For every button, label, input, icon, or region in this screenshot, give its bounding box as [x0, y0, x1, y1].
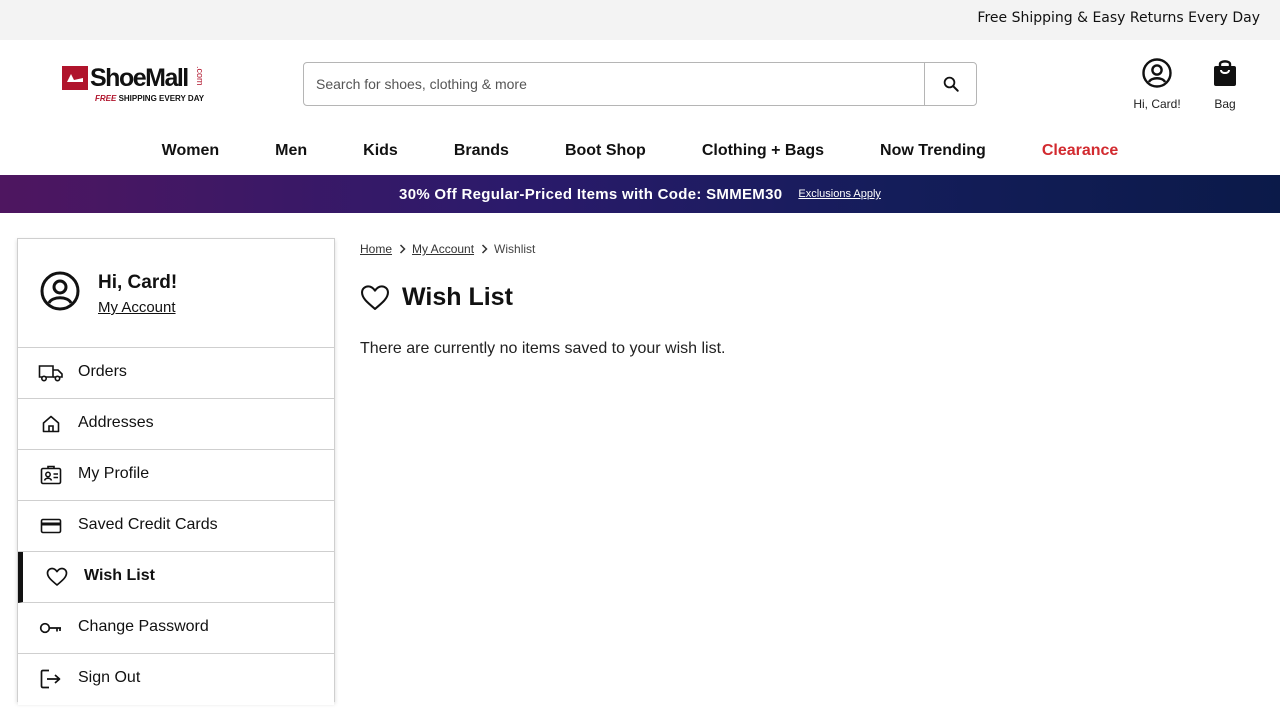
sidebar-header: Hi, Card! My Account — [18, 239, 334, 348]
empty-wishlist-message: There are currently no items saved to yo… — [360, 340, 726, 357]
shoemall-logo[interactable]: ShoeMall .com FREE SHIPPING EVERY DAY — [62, 64, 222, 106]
sidebar-item-saved-credit-cards[interactable]: Saved Credit Cards — [18, 501, 334, 552]
sidebar-greeting: Hi, Card! — [98, 272, 178, 293]
search-button[interactable] — [924, 63, 976, 105]
account-sidebar: Hi, Card! My Account Orders Addresses My… — [17, 238, 335, 705]
nav-item-boot-shop[interactable]: Boot Shop — [537, 130, 674, 175]
heart-icon — [361, 284, 389, 310]
page-title-text: Wish List — [402, 283, 513, 311]
nav-item-brands[interactable]: Brands — [426, 130, 537, 175]
sidebar-item-orders[interactable]: Orders — [18, 348, 334, 399]
nav-item-now-trending[interactable]: Now Trending — [852, 130, 1014, 175]
logo-tag-rest: SHIPPING EVERY DAY — [116, 94, 205, 103]
logo-tag-free: FREE — [95, 94, 117, 103]
logo-wordmark: ShoeMall — [90, 64, 189, 92]
bag-label: Bag — [1214, 97, 1236, 111]
breadcrumb: Home My Account Wishlist — [360, 242, 535, 256]
account-label: Hi, Card! — [1133, 97, 1181, 111]
sidebar-item-label: Sign Out — [78, 669, 141, 686]
account-button[interactable]: Hi, Card! — [1126, 58, 1188, 111]
search-icon — [943, 76, 959, 92]
sidebar-item-label: Change Password — [78, 618, 209, 635]
nav-item-men[interactable]: Men — [247, 130, 335, 175]
logo-com: .com — [195, 66, 205, 86]
sidebar-item-label: Orders — [78, 363, 127, 380]
bag-button[interactable]: Bag — [1204, 58, 1246, 111]
nav-item-women[interactable]: Women — [134, 130, 247, 175]
sign-out-icon — [38, 668, 64, 690]
main-navigation: Women Men Kids Brands Boot Shop Clothing… — [0, 130, 1280, 175]
page-title: Wish List — [360, 283, 513, 312]
breadcrumb-current: Wishlist — [494, 242, 536, 256]
sidebar-item-wish-list[interactable]: Wish List — [18, 552, 334, 603]
breadcrumb-my-account[interactable]: My Account — [412, 242, 474, 256]
shipping-message: Free Shipping & Easy Returns Every Day — [977, 10, 1260, 26]
shopping-bag-icon — [1214, 60, 1236, 86]
sidebar-item-label: Addresses — [78, 414, 154, 431]
breadcrumb-home[interactable]: Home — [360, 242, 392, 256]
top-announcement-bar: Free Shipping & Easy Returns Every Day — [0, 0, 1280, 40]
nav-item-clearance[interactable]: Clearance — [1014, 130, 1147, 175]
home-icon — [38, 413, 64, 435]
logo-tagline: FREE SHIPPING EVERY DAY — [95, 94, 204, 103]
nav-item-kids[interactable]: Kids — [335, 130, 426, 175]
sidebar-item-addresses[interactable]: Addresses — [18, 399, 334, 450]
my-account-link[interactable]: My Account — [98, 299, 176, 316]
search-input[interactable] — [304, 63, 924, 105]
chevron-right-icon — [399, 244, 406, 254]
logo-shoe-mark-icon — [62, 66, 88, 90]
nav-item-clothing-bags[interactable]: Clothing + Bags — [674, 130, 852, 175]
key-icon — [38, 617, 64, 639]
chevron-right-icon — [481, 244, 488, 254]
sidebar-item-label: My Profile — [78, 465, 150, 482]
search-bar — [303, 62, 977, 106]
promo-banner: 30% Off Regular-Priced Items with Code: … — [0, 175, 1280, 213]
exclusions-link[interactable]: Exclusions Apply — [798, 188, 881, 200]
sidebar-item-label: Saved Credit Cards — [78, 516, 218, 533]
user-avatar-icon — [40, 271, 80, 311]
truck-icon — [38, 362, 64, 384]
sidebar-item-sign-out[interactable]: Sign Out — [18, 654, 334, 705]
heart-icon — [44, 566, 70, 588]
account-icon — [1142, 58, 1172, 88]
credit-card-icon — [38, 515, 64, 537]
sidebar-item-my-profile[interactable]: My Profile — [18, 450, 334, 501]
profile-card-icon — [38, 464, 64, 486]
site-header: ShoeMall .com FREE SHIPPING EVERY DAY Hi… — [0, 40, 1280, 130]
promo-text: 30% Off Regular-Priced Items with Code: … — [399, 185, 783, 203]
sidebar-item-label: Wish List — [84, 567, 155, 584]
sidebar-item-change-password[interactable]: Change Password — [18, 603, 334, 654]
